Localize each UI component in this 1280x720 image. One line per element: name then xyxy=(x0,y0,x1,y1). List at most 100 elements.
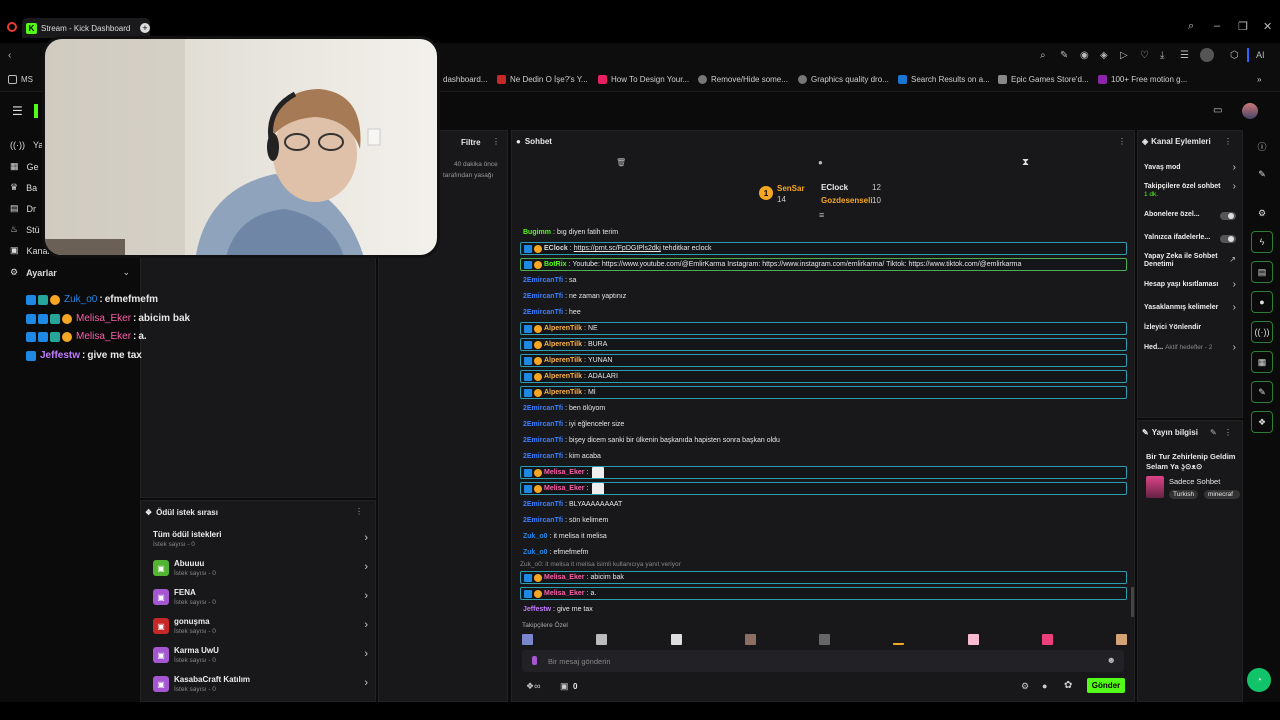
chat-username[interactable]: Melisa_Eker xyxy=(544,590,584,597)
bookmark-item[interactable]: How To Design Your... xyxy=(598,75,689,84)
edit-icon[interactable]: ✎ xyxy=(1251,163,1273,185)
chevron-right-icon[interactable]: › xyxy=(1233,181,1236,192)
chat-username[interactable]: AlperenTilk xyxy=(544,389,582,396)
edit-icon[interactable]: ✎ xyxy=(1210,428,1217,437)
camera-icon[interactable]: ◉ xyxy=(1080,50,1089,61)
chat-message[interactable]: Melisa_Eker: a. xyxy=(520,587,1127,600)
chat-message[interactable]: Zuk_o0: it melisa it melisa xyxy=(520,530,1127,543)
chat-username[interactable]: Zuk_o0 xyxy=(523,549,548,556)
bookmark-item[interactable]: 100+ Free motion g... xyxy=(1098,75,1187,84)
reward-item[interactable]: ▣ Abuuuu İstek sayısı - 0 › xyxy=(153,558,368,580)
more-bookmarks-icon[interactable]: » xyxy=(1257,75,1261,84)
channel-action-item[interactable]: Yapay Zeka ile Sohbet Denetimi xyxy=(1144,253,1238,269)
chat-message[interactable]: BotRix: Youtube: https://www.youtube.com/… xyxy=(520,258,1127,271)
wrench-icon[interactable]: ✎ xyxy=(1251,381,1273,403)
chat-message[interactable]: 2EmircanTfi: kim acaba xyxy=(520,450,1127,463)
calendar-icon[interactable]: ▣ xyxy=(560,681,569,692)
document-icon[interactable]: ▤ xyxy=(1251,261,1273,283)
chat-message[interactable]: 2EmircanTfi: bişey dicem sanki bir ülkeni… xyxy=(520,434,1127,447)
kick-logo-icon[interactable] xyxy=(34,104,38,118)
chat-message[interactable]: Bugimm: bıg diyen fatih terim xyxy=(520,226,1127,239)
external-link-icon[interactable]: ↗ xyxy=(1229,255,1236,264)
new-tab-icon[interactable]: + xyxy=(140,23,150,33)
browser-tab[interactable]: K Stream - Kick Dashboard xyxy=(22,18,150,38)
more-icon[interactable]: ⋮ xyxy=(1118,137,1126,146)
edit-icon[interactable]: ✎ xyxy=(1060,50,1068,61)
chat-message[interactable]: EClock: https://prnt.sc/FpDGIPls2dkj tehdi… xyxy=(520,242,1127,255)
chat-username[interactable]: AlperenTilk xyxy=(544,341,582,348)
lightning-icon[interactable]: ϟ xyxy=(1251,231,1273,253)
gear-icon[interactable]: ⚙ xyxy=(1021,681,1029,692)
chat-message[interactable]: 2EmircanTfi: ben ölüyom xyxy=(520,402,1127,415)
support-icon[interactable]: ◔ xyxy=(1247,668,1271,692)
chat-message[interactable]: Jeffestw: give me tax xyxy=(520,603,1127,616)
download-icon[interactable]: ⤓ xyxy=(1160,50,1164,61)
chat-message[interactable]: Melisa_Eker: xyxy=(520,482,1127,495)
chat-link[interactable]: https://prnt.sc/FpDGIPls2dkj xyxy=(574,245,661,252)
chat-username[interactable]: AlperenTilk xyxy=(544,357,582,364)
sidebar-item-settings[interactable]: ⚙ Ayarlar ⌄ xyxy=(10,267,130,278)
sidebar-item-rewards[interactable]: ♛ Ba xyxy=(10,182,37,193)
toggle-switch[interactable] xyxy=(1220,212,1236,220)
more-icon[interactable]: ⋮ xyxy=(492,137,500,146)
filter-icon[interactable]: ≡ xyxy=(819,210,824,220)
chat-username[interactable]: 2EmircanTfi xyxy=(523,421,563,428)
extension-icon[interactable]: ⬡ xyxy=(1230,50,1239,61)
more-icon[interactable]: ⋮ xyxy=(1224,137,1232,146)
emote-icon[interactable] xyxy=(1041,634,1053,645)
play-icon[interactable]: ▷ xyxy=(1120,50,1128,61)
settings-icon[interactable]: ⚙ xyxy=(1251,202,1273,224)
emote-icon[interactable] xyxy=(1116,634,1127,645)
wallet-icon[interactable]: ▭ xyxy=(1213,105,1222,116)
chat-icon[interactable]: ● xyxy=(1042,681,1047,691)
gift-icon[interactable]: ✿ xyxy=(1064,680,1072,691)
bookmark-item[interactable]: MS xyxy=(8,75,33,84)
reward-item[interactable]: Tüm ödül istekleri İstek sayısı - 0 › xyxy=(153,529,368,551)
message-input[interactable]: Bir mesaj gönderin ☻ xyxy=(522,650,1124,672)
chat-message[interactable]: 2EmircanTfi: ne zaman yaptınız xyxy=(520,290,1127,303)
hourglass-icon[interactable]: ⧗ xyxy=(1022,157,1029,168)
info-icon[interactable]: ⓘ xyxy=(1251,135,1273,157)
panel-icon[interactable]: ▦ xyxy=(1251,351,1273,373)
chat-username[interactable]: BotRix xyxy=(544,261,567,268)
user-avatar[interactable] xyxy=(1242,103,1258,119)
share-icon[interactable]: ❖ xyxy=(1251,411,1273,433)
emote-icon[interactable] xyxy=(670,634,682,645)
chat-icon[interactable]: ● xyxy=(818,158,823,167)
ai-button[interactable]: AI xyxy=(1256,50,1265,60)
reward-item[interactable]: ▣ Karma UwU İstek sayısı - 0 › xyxy=(153,645,368,667)
chat-username[interactable]: Zuk_o0 xyxy=(523,533,548,540)
chat-message[interactable]: Melisa_Eker: xyxy=(520,466,1127,479)
chat-icon[interactable]: ● xyxy=(1251,291,1273,313)
chat-username[interactable]: 2EmircanTfi xyxy=(523,453,563,460)
bookmark-item[interactable]: Search Results on a... xyxy=(898,75,990,84)
emote-icon[interactable] xyxy=(522,634,533,645)
chat-username[interactable]: 2EmircanTfi xyxy=(523,517,563,524)
channel-action-item[interactable]: Takipçilere özel sohbet 1 dk. xyxy=(1144,183,1238,199)
sidebar-item-studio[interactable]: ♨ Stü xyxy=(10,224,40,235)
sidebar-item-general[interactable]: ▦ Ge xyxy=(10,161,39,172)
trash-icon[interactable]: 🗑 xyxy=(616,158,626,167)
menu-icon[interactable]: ☰ xyxy=(1180,50,1189,61)
minimize-icon[interactable]: – xyxy=(1214,20,1220,32)
chat-message[interactable]: Melisa_Eker: abicim bak xyxy=(520,571,1127,584)
send-button[interactable]: Gönder xyxy=(1087,678,1125,693)
chat-username[interactable]: Melisa_Eker xyxy=(544,574,584,581)
sidebar-item-stream[interactable]: ((·)) Ya xyxy=(10,140,43,150)
reward-item[interactable]: ▣ gonuşma İstek sayısı - 0 › xyxy=(153,616,368,638)
reward-item[interactable]: ▣ FENA İstek sayısı - 0 › xyxy=(153,587,368,609)
infinity-icon[interactable]: ❖∞ xyxy=(526,681,540,692)
search-icon[interactable]: ⌕ xyxy=(1040,50,1046,61)
bookmark-item[interactable]: Epic Games Store'd... xyxy=(998,75,1089,84)
bookmark-item[interactable]: Ne Dedin O İşe?'s Y... xyxy=(497,75,588,84)
chat-username[interactable]: 2EmircanTfi xyxy=(523,437,563,444)
emote-icon[interactable] xyxy=(893,634,905,645)
bookmark-item[interactable]: Remove/Hide some... xyxy=(698,75,788,84)
chat-username[interactable]: Melisa_Eker xyxy=(544,485,584,492)
channel-action-item[interactable]: İzleyici Yönlendir xyxy=(1144,324,1238,332)
opera-logo-icon[interactable] xyxy=(7,22,17,32)
chat-username[interactable]: Melisa_Eker xyxy=(544,469,584,476)
chat-message[interactable]: AlperenTilk: BURA xyxy=(520,338,1127,351)
heart-icon[interactable]: ♡ xyxy=(1140,50,1149,61)
chat-message[interactable]: AlperenTilk: YUNAN xyxy=(520,354,1127,367)
